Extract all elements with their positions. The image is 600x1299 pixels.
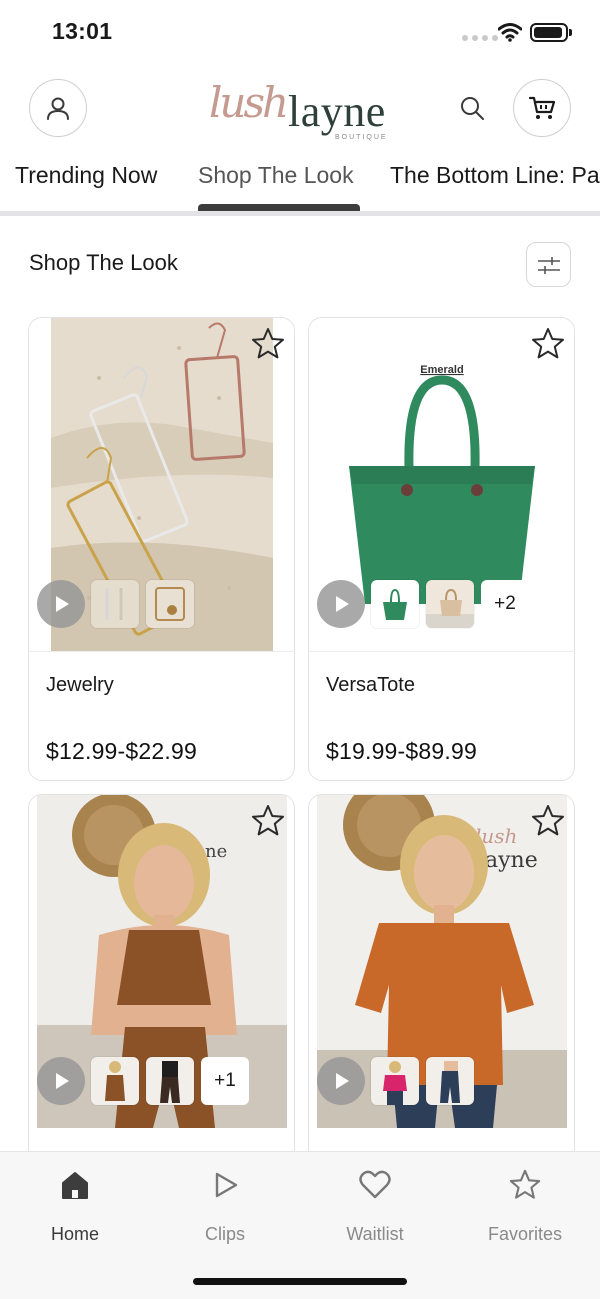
wifi-icon: [497, 22, 523, 47]
active-tab-indicator: [198, 204, 360, 211]
play-video-button[interactable]: [317, 580, 365, 628]
tabs-divider: [0, 211, 600, 216]
product-image[interactable]: ne +1: [29, 795, 294, 1128]
product-price: $19.99-$89.99: [326, 738, 477, 764]
app-header: lush layne BOUTIQUE: [0, 66, 600, 150]
play-icon: [336, 596, 349, 612]
variant-thumbnail[interactable]: [146, 1057, 194, 1105]
play-icon: [56, 596, 69, 612]
nav-label: Home: [50, 1224, 99, 1244]
play-icon: [208, 1168, 242, 1202]
profile-button[interactable]: [29, 79, 87, 137]
product-card-versatote[interactable]: Emerald +2 VersaTote $19.99-$89.99: [308, 317, 575, 781]
home-indicator[interactable]: [193, 1278, 407, 1285]
play-video-button[interactable]: [37, 1057, 85, 1105]
nav-waitlist[interactable]: Waitlist: [300, 1152, 450, 1252]
favorite-star-icon[interactable]: [530, 326, 566, 362]
image-caption-text: Emerald: [420, 364, 463, 376]
product-card-orange-top[interactable]: lush ayne: [308, 794, 575, 1174]
more-variants-count[interactable]: +2: [481, 580, 529, 628]
nav-label: Waitlist: [346, 1224, 404, 1244]
status-time: 13:01: [52, 18, 113, 44]
svg-text:ne: ne: [205, 841, 227, 862]
nav-clips[interactable]: Clips: [150, 1152, 300, 1252]
play-video-button[interactable]: [317, 1057, 365, 1105]
product-image[interactable]: lush ayne: [309, 795, 574, 1128]
variant-thumbnail[interactable]: [371, 580, 419, 628]
filter-sliders-icon: [537, 256, 560, 274]
cart-icon: [528, 96, 556, 119]
status-bar: 13:01: [0, 0, 600, 66]
logo-main-text: layne: [288, 87, 386, 136]
svg-text:ayne: ayne: [485, 848, 538, 873]
variant-thumbnail[interactable]: [91, 580, 139, 628]
search-button[interactable]: [454, 90, 490, 126]
card-divider: [309, 651, 574, 652]
home-icon: [58, 1168, 92, 1202]
product-name[interactable]: Jewelry: [46, 674, 114, 697]
star-icon: [508, 1168, 542, 1202]
favorite-star-icon[interactable]: [530, 803, 566, 839]
tab-shop-the-look[interactable]: Shop The Look: [198, 162, 354, 189]
signal-dots-icon: [462, 35, 498, 41]
variant-thumbnail[interactable]: [91, 1057, 139, 1105]
play-video-button[interactable]: [37, 580, 85, 628]
heart-icon: [358, 1168, 392, 1202]
tab-trending-now[interactable]: Trending Now: [15, 162, 157, 189]
variant-thumbnail[interactable]: [426, 1057, 474, 1105]
product-price: $12.99-$22.99: [46, 738, 197, 764]
variant-thumbnail[interactable]: [146, 580, 194, 628]
nav-label: Clips: [204, 1224, 245, 1244]
category-tabs: Trending Now Shop The Look The Bottom Li…: [0, 150, 600, 216]
battery-icon: [530, 23, 572, 42]
more-variants-count[interactable]: +1: [201, 1057, 249, 1105]
favorite-star-icon[interactable]: [250, 803, 286, 839]
bottom-navigation: Home Clips Waitlist Favorites: [0, 1151, 600, 1299]
nav-home[interactable]: Home: [0, 1152, 150, 1252]
cart-button[interactable]: [513, 79, 571, 137]
nav-favorites[interactable]: Favorites: [450, 1152, 600, 1252]
logo-sub-text: BOUTIQUE: [335, 134, 388, 141]
product-image[interactable]: Emerald +2: [309, 318, 574, 651]
play-icon: [336, 1073, 349, 1089]
logo-script-text: lush: [209, 78, 289, 127]
user-icon: [47, 97, 69, 120]
section-title: Shop The Look: [29, 250, 178, 275]
filter-button[interactable]: [526, 242, 571, 287]
card-divider: [29, 651, 294, 652]
product-image[interactable]: [29, 318, 294, 651]
product-card-jewelry[interactable]: Jewelry $12.99-$22.99: [28, 317, 295, 781]
tab-the-bottom-line[interactable]: The Bottom Line: Pa: [390, 162, 600, 189]
play-icon: [56, 1073, 69, 1089]
variant-thumbnail[interactable]: [426, 580, 474, 628]
nav-label: Favorites: [487, 1224, 563, 1244]
brand-logo[interactable]: lush layne BOUTIQUE: [205, 72, 405, 146]
product-card-brown-set[interactable]: ne +1: [28, 794, 295, 1174]
search-icon: [461, 97, 484, 120]
favorite-star-icon[interactable]: [250, 326, 286, 362]
variant-thumbnail[interactable]: [371, 1057, 419, 1105]
product-name[interactable]: VersaTote: [326, 674, 415, 697]
